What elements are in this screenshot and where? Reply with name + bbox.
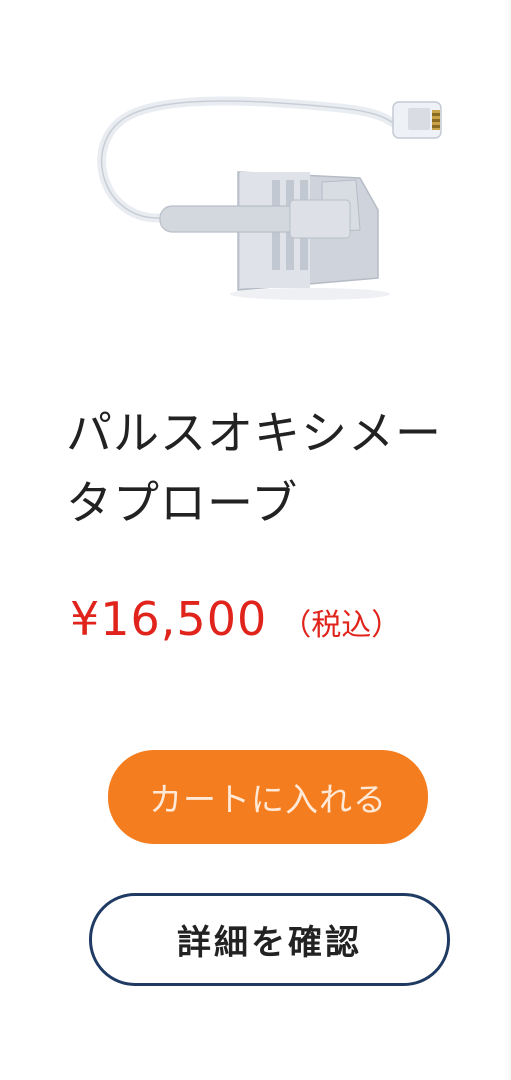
price-value: ¥16,500 [70, 592, 268, 646]
view-details-label: 詳細を確認 [177, 923, 362, 963]
product-title-line2: タプローブ [66, 476, 299, 530]
product-card: パルスオキシメー タプローブ ¥16,500 （税込） カートに入れる 詳細を確… [0, 0, 511, 1080]
next-card-edge [505, 0, 511, 1080]
product-title-line1: パルスオキシメー [66, 406, 442, 460]
add-to-cart-label: カートに入れる [149, 780, 387, 819]
view-details-button[interactable]: 詳細を確認 [89, 893, 450, 986]
product-image[interactable] [60, 80, 460, 310]
add-to-cart-button[interactable]: カートに入れる [108, 750, 428, 844]
price: ¥16,500 （税込） [70, 592, 401, 656]
price-tax-note: （税込） [281, 608, 402, 643]
product-title[interactable]: パルスオキシメー タプローブ [66, 398, 486, 538]
